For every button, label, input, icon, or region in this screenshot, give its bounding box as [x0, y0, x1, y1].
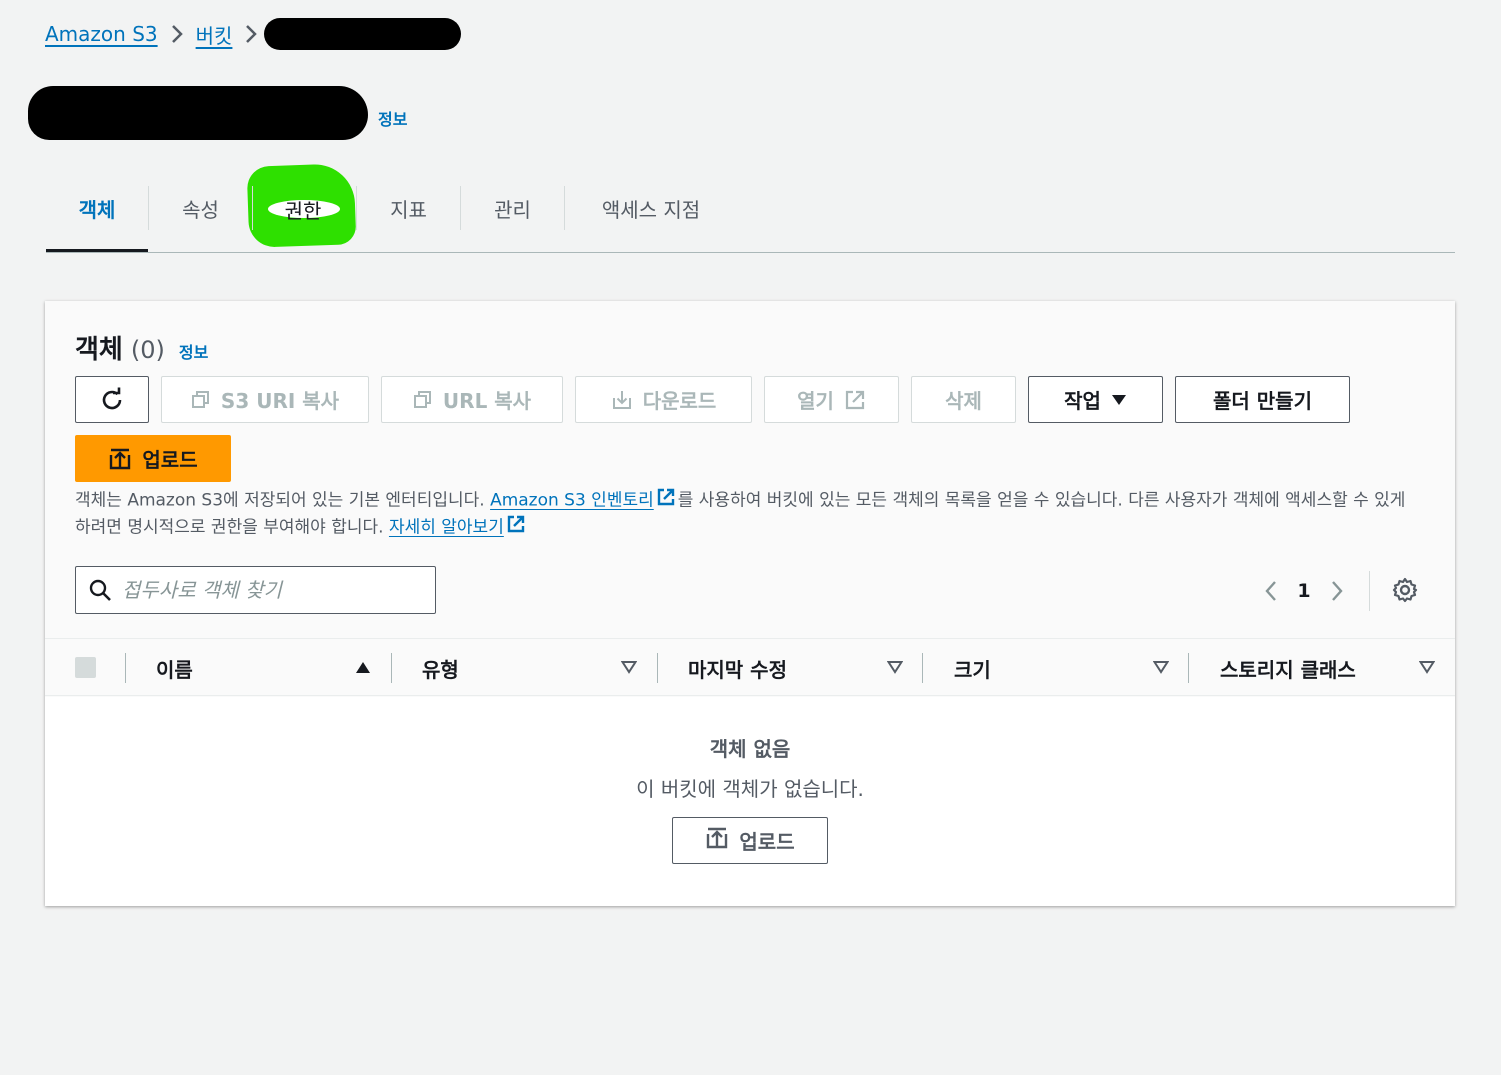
pagination-divider: [1369, 571, 1370, 611]
object-count: (0): [130, 336, 165, 364]
search-box: [75, 566, 436, 614]
column-type-label: 유형: [422, 657, 459, 682]
search-input[interactable]: [122, 578, 412, 602]
column-header-name[interactable]: 이름: [156, 639, 371, 697]
select-all-checkbox[interactable]: [75, 657, 96, 678]
upload-label: 업로드: [142, 448, 198, 472]
copy-url-label: URL 복사: [442, 389, 532, 413]
column-last-modified-label: 마지막 수정: [688, 657, 787, 682]
tab-metrics[interactable]: 지표: [357, 186, 460, 230]
external-link-icon: [656, 487, 676, 514]
column-header-storage-class[interactable]: 스토리지 클래스: [1220, 639, 1435, 697]
chevron-right-icon: [244, 23, 258, 45]
sort-descending-icon: [621, 660, 637, 674]
breadcrumb-buckets[interactable]: 버킷: [196, 20, 233, 49]
next-page-button[interactable]: [1319, 573, 1355, 609]
objects-table-body: 객체 없음 이 버킷에 객체가 없습니다. 업로드: [45, 697, 1455, 906]
download-button[interactable]: 다운로드: [575, 376, 752, 423]
download-label: 다운로드: [642, 389, 717, 413]
column-divider: [1188, 653, 1189, 683]
chevron-right-icon: [170, 23, 184, 45]
panel-info-link[interactable]: 정보: [179, 339, 208, 363]
actions-label: 작업: [1064, 389, 1101, 413]
gear-icon: [1392, 577, 1418, 607]
copy-url-button[interactable]: URL 복사: [381, 376, 563, 423]
copy-icon: [413, 390, 433, 410]
empty-state-upload-label: 업로드: [739, 830, 795, 854]
column-header-last-modified[interactable]: 마지막 수정: [688, 639, 903, 697]
copy-icon: [191, 390, 211, 410]
pagination: 1: [1253, 571, 1370, 611]
download-icon: [611, 389, 633, 411]
column-name-label: 이름: [156, 657, 193, 682]
sort-descending-icon: [1153, 660, 1169, 674]
refresh-button[interactable]: [75, 376, 149, 423]
settings-button[interactable]: [1390, 577, 1420, 607]
objects-table-header: 이름 유형 마지막 수정 크기 스토리지 클래스: [45, 638, 1455, 696]
upload-button[interactable]: 업로드: [75, 435, 231, 482]
chevron-right-icon: [1332, 581, 1343, 601]
delete-button[interactable]: 삭제: [911, 376, 1016, 423]
breadcrumb-amazon-s3[interactable]: Amazon S3: [45, 22, 158, 46]
upload-icon: [108, 447, 132, 471]
tab-properties[interactable]: 속성: [149, 186, 252, 230]
column-header-type[interactable]: 유형: [422, 639, 637, 697]
objects-description: 객체는 Amazon S3에 저장되어 있는 기본 엔터티입니다. Amazon…: [75, 487, 1425, 541]
column-storage-class-label: 스토리지 클래스: [1220, 657, 1356, 682]
tab-permissions-label: 권한: [284, 198, 322, 223]
sort-descending-icon: [887, 660, 903, 674]
external-link-icon: [506, 514, 526, 541]
inventory-link[interactable]: Amazon S3 인벤토리: [490, 491, 654, 511]
tab-management[interactable]: 관리: [461, 186, 564, 230]
column-divider: [391, 653, 392, 683]
column-header-size[interactable]: 크기: [954, 639, 1169, 697]
tab-bar: 객체 속성 지표 관리 액세스 지점: [46, 186, 1455, 253]
caret-down-icon: [1111, 394, 1127, 406]
objects-panel: 객체 (0) 정보 S3 URI 복사 URL 복사 다운로드 열기 삭제 작업…: [45, 301, 1455, 906]
panel-title: 객체: [75, 335, 123, 365]
copy-s3-uri-button[interactable]: S3 URI 복사: [161, 376, 369, 423]
description-text-1: 객체는 Amazon S3에 저장되어 있는 기본 엔터티입니다.: [75, 490, 491, 511]
redacted-page-title: [28, 86, 368, 140]
create-folder-button[interactable]: 폴더 만들기: [1175, 376, 1350, 423]
copy-s3-uri-label: S3 URI 복사: [220, 389, 340, 413]
create-folder-label: 폴더 만들기: [1213, 389, 1312, 413]
empty-state-title: 객체 없음: [709, 737, 791, 761]
tab-permissions[interactable]: 권한: [264, 194, 342, 224]
column-divider: [922, 653, 923, 683]
search-icon: [88, 578, 112, 602]
learn-more-link[interactable]: 자세히 알아보기: [389, 518, 504, 538]
actions-dropdown-button[interactable]: 작업: [1028, 376, 1163, 423]
column-divider: [125, 653, 126, 683]
tab-access-points[interactable]: 액세스 지점: [565, 186, 737, 230]
sort-ascending-icon: [355, 660, 371, 674]
external-link-icon: [844, 389, 866, 411]
s3-bucket-page: Amazon S3 버킷 정보 객체 속성 지표 관리 액세스 지점 권한 객체…: [0, 0, 1501, 1075]
column-divider: [657, 653, 658, 683]
breadcrumb: Amazon S3 버킷: [45, 18, 462, 50]
previous-page-button[interactable]: [1253, 573, 1289, 609]
page-title-row: 정보: [28, 86, 407, 140]
refresh-icon: [99, 387, 125, 413]
empty-state-upload-button[interactable]: 업로드: [672, 817, 828, 864]
tab-objects[interactable]: 객체: [46, 186, 148, 252]
open-button[interactable]: 열기: [764, 376, 899, 423]
column-size-label: 크기: [954, 657, 991, 682]
title-info-link[interactable]: 정보: [378, 106, 407, 130]
chevron-left-icon: [1265, 581, 1276, 601]
panel-header: 객체 (0) 정보: [75, 329, 208, 366]
current-page[interactable]: 1: [1289, 580, 1319, 602]
delete-label: 삭제: [945, 389, 982, 413]
upload-icon: [705, 826, 729, 855]
empty-state-subtitle: 이 버킷에 객체가 없습니다.: [636, 777, 864, 801]
sort-descending-icon: [1419, 660, 1435, 674]
redacted-bucket-name: [264, 18, 462, 50]
open-label: 열기: [797, 389, 834, 413]
